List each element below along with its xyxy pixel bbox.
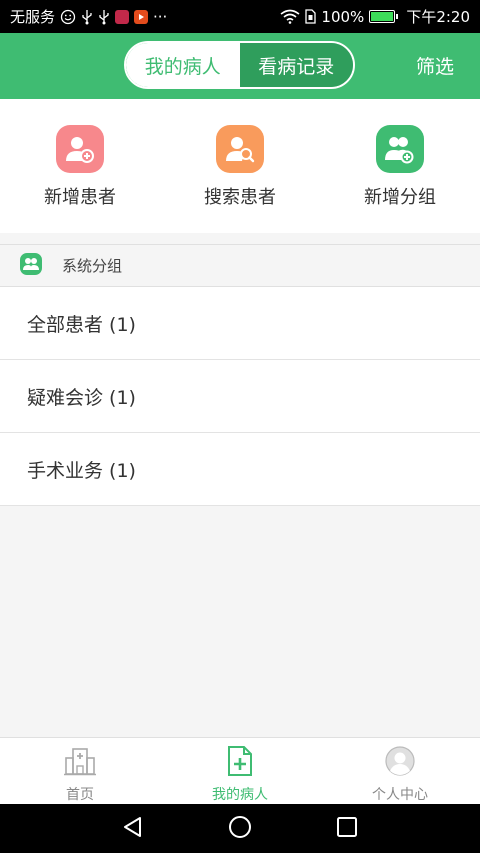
nav-my-patients-label: 我的病人 xyxy=(212,787,268,803)
nav-profile[interactable]: 个人中心 xyxy=(320,738,480,804)
group-icon xyxy=(20,252,42,279)
wifi-icon xyxy=(280,9,300,24)
search-patient-button[interactable]: 搜索患者 xyxy=(160,99,320,233)
group-list: 全部患者 (1) 疑难会诊 (1) 手术业务 (1) xyxy=(0,287,480,506)
status-bar: 无服务 ··· 100% 下午2:20 xyxy=(0,0,480,33)
group-item-difficult-consultation[interactable]: 疑难会诊 (1) xyxy=(0,360,480,433)
patient-file-icon xyxy=(226,746,254,780)
add-group-button[interactable]: 新增分组 xyxy=(320,99,480,233)
usb-icon xyxy=(98,9,110,25)
battery-icon xyxy=(369,10,399,23)
smiley-icon xyxy=(60,9,76,25)
battery-percent: 100% xyxy=(321,7,365,26)
home-circle-icon[interactable] xyxy=(228,815,252,843)
search-patient-label: 搜索患者 xyxy=(204,187,276,208)
nav-profile-label: 个人中心 xyxy=(372,787,428,803)
status-right: 100% 下午2:20 xyxy=(280,6,470,27)
sim-card-icon xyxy=(305,9,317,24)
recents-square-icon[interactable] xyxy=(336,816,358,842)
add-group-label: 新增分组 xyxy=(364,187,436,208)
system-group-title: 系统分组 xyxy=(62,257,123,275)
tab-my-patients[interactable]: 我的病人 xyxy=(126,43,240,87)
system-navigation-bar xyxy=(0,804,480,853)
profile-icon xyxy=(385,746,415,780)
top-app-bar: 我的病人 看病记录 筛选 xyxy=(0,33,480,99)
usb-icon xyxy=(81,9,93,25)
bottom-navigation: 首页 我的病人 个人中心 xyxy=(0,737,480,804)
app-notification-icon xyxy=(115,9,130,24)
add-patient-label: 新增患者 xyxy=(44,187,116,208)
nav-home-label: 首页 xyxy=(66,787,94,803)
nav-my-patients[interactable]: 我的病人 xyxy=(160,738,320,804)
system-group-header: 系统分组 xyxy=(0,244,480,287)
search-patient-icon xyxy=(216,125,264,173)
quick-actions: 新增患者 搜索患者 新增分组 xyxy=(0,99,480,233)
group-item-surgery[interactable]: 手术业务 (1) xyxy=(0,433,480,506)
tab-visit-records[interactable]: 看病记录 xyxy=(239,43,353,87)
group-item-all-patients[interactable]: 全部患者 (1) xyxy=(0,287,480,360)
carrier-text: 无服务 xyxy=(10,8,56,26)
add-group-icon xyxy=(376,125,424,173)
hospital-icon xyxy=(64,746,96,780)
status-left: 无服务 ··· xyxy=(10,6,167,27)
nav-home[interactable]: 首页 xyxy=(0,738,160,804)
add-patient-icon xyxy=(56,125,104,173)
filter-button[interactable]: 筛选 xyxy=(416,52,454,79)
back-icon[interactable] xyxy=(122,816,144,842)
clock-text: 下午2:20 xyxy=(406,8,470,26)
view-segment-control: 我的病人 看病记录 xyxy=(124,41,355,89)
add-patient-button[interactable]: 新增患者 xyxy=(0,99,160,233)
video-app-icon xyxy=(134,9,149,24)
more-dots-text: ··· xyxy=(153,7,168,26)
